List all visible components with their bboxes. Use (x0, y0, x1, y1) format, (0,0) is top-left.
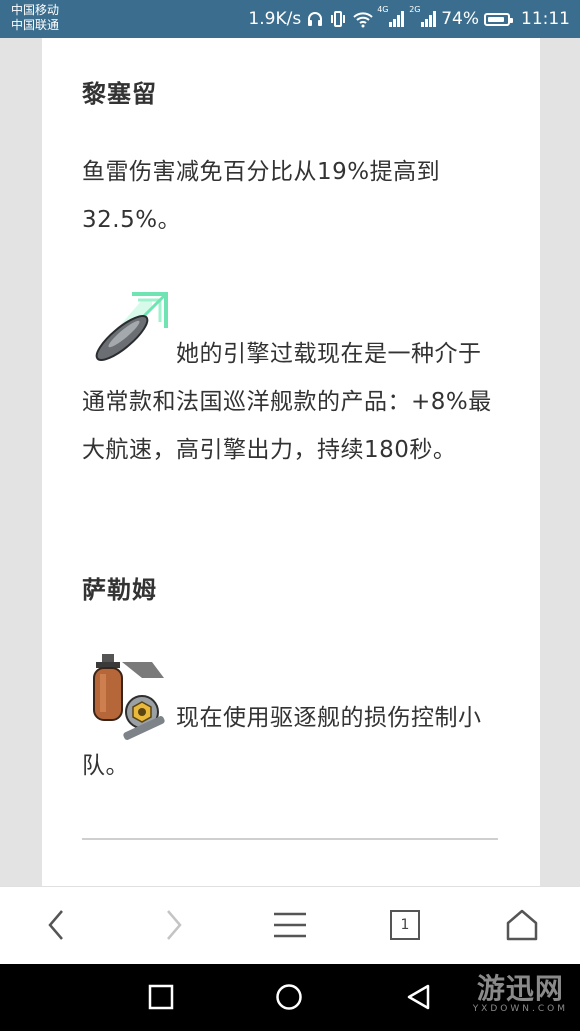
tabs-button[interactable]: 1 (385, 905, 425, 945)
watermark-logo: 游迅网 YXDOWN.COM (472, 972, 568, 1015)
vibrate-icon (331, 11, 346, 27)
watermark-main: 游迅网 (476, 972, 564, 1005)
forward-button[interactable] (154, 905, 194, 945)
signal-2-icon: 2G (409, 5, 437, 27)
forward-icon (167, 910, 182, 940)
carrier-info: 中国移动 中国联通 (11, 3, 59, 33)
tab-count: 1 (400, 917, 410, 933)
home-button[interactable] (502, 905, 542, 945)
signal-2-type: 2G (409, 5, 421, 14)
status-bar: 中国移动 中国联通 1.9K/s 4G 2G 74% 11:11 (0, 0, 580, 38)
clock: 11:11 (521, 9, 570, 29)
carrier-2: 中国联通 (11, 18, 60, 32)
tabs-icon: 1 (390, 910, 420, 940)
status-icons: 1.9K/s 4G 2G 74% 11:11 (248, 5, 570, 30)
section-divider (82, 838, 498, 840)
recents-button[interactable] (146, 982, 176, 1012)
net-speed: 1.9K/s (248, 9, 302, 29)
headset-icon (308, 12, 323, 26)
back-nav-button[interactable] (404, 982, 434, 1012)
carrier-1: 中国移动 (11, 3, 60, 17)
home-icon (506, 909, 538, 941)
section-heading-richelieu: 黎塞留 (82, 80, 157, 108)
engine-boost-icon (95, 292, 168, 361)
browser-toolbar: 1 (0, 886, 580, 965)
torpedo-reduction-text: 鱼雷伤害减免百分比从19%提高到32.5%。 (82, 159, 441, 233)
section-heading-salem: 萨勒姆 (82, 576, 157, 604)
watermark-sub: YXDOWN.COM (472, 1004, 568, 1014)
battery-icon (484, 12, 513, 26)
article-content: 黎塞留 鱼雷伤害减免百分比从19%提高到32.5%。 她的引擎过载现在是一种介于… (42, 38, 540, 886)
system-nav-bar: 游迅网 YXDOWN.COM (0, 964, 580, 1031)
battery-percent: 74% (441, 9, 479, 29)
signal-1-icon: 4G (377, 5, 405, 27)
wifi-icon (353, 12, 373, 28)
damage-control-icon (93, 654, 165, 740)
home-nav-button[interactable] (274, 982, 304, 1012)
back-icon (48, 910, 63, 940)
engine-boost-paragraph: 她的引擎过载现在是一种介于通常款和法国巡洋舰款的产品：+8%最大航速，高引擎出力… (82, 286, 502, 474)
menu-icon (274, 912, 306, 938)
menu-button[interactable] (270, 905, 310, 945)
back-button[interactable] (36, 905, 76, 945)
signal-1-type: 4G (377, 5, 389, 14)
damage-control-paragraph: 现在使用驱逐舰的损伤控制小队。 (82, 650, 502, 790)
